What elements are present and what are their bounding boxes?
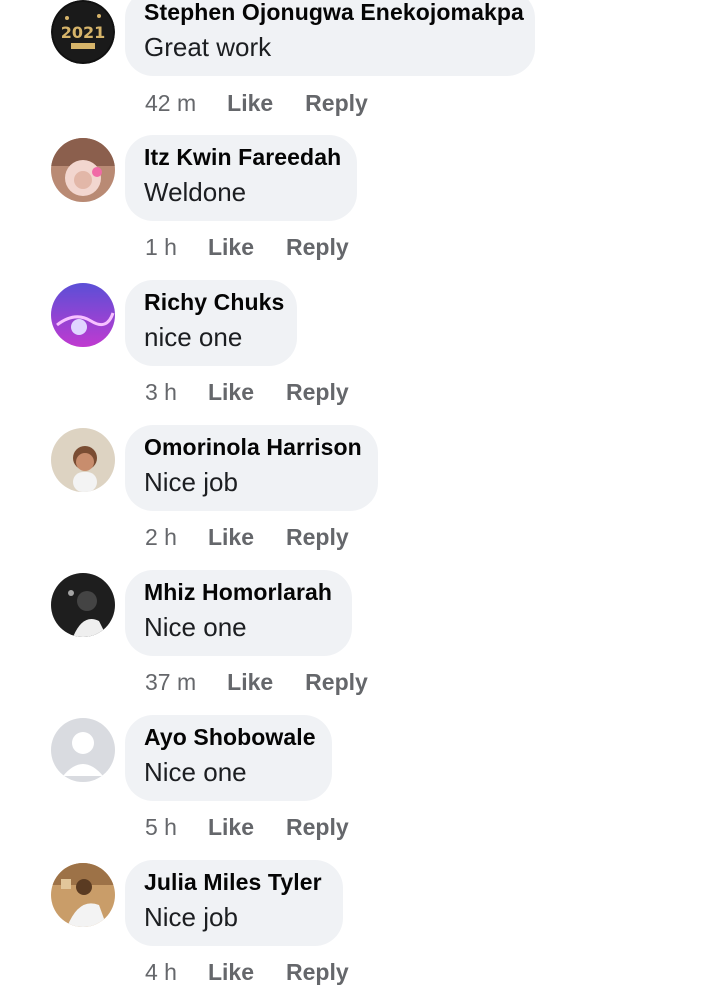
comment-meta: 2 h Like Reply [145,524,349,551]
comment-time[interactable]: 37 m [145,669,196,696]
comment-item: Ayo Shobowale Nice one 5 h Like Reply [0,698,720,843]
comment-time[interactable]: 5 h [145,814,177,841]
like-button[interactable]: Like [227,90,273,117]
comment-bubble: Itz Kwin Fareedah Weldone [125,135,357,221]
comment-text: Nice job [144,467,238,497]
comment-bubble: Richy Chuks nice one [125,280,297,366]
comment-author[interactable]: Ayo Shobowale [144,724,316,751]
like-button[interactable]: Like [208,524,254,551]
comment-meta: 37 m Like Reply [145,669,368,696]
like-button[interactable]: Like [208,379,254,406]
comment-meta: 5 h Like Reply [145,814,349,841]
comment-time[interactable]: 4 h [145,959,177,986]
comment-item: Itz Kwin Fareedah Weldone 1 h Like Reply [0,118,720,263]
avatar-photo-icon [51,573,115,637]
comment-time[interactable]: 1 h [145,234,177,261]
reply-button[interactable]: Reply [286,234,349,261]
comment-bubble: Julia Miles Tyler Nice job [125,860,343,946]
comment-item: 2021 Stephen Ojonugwa Enekojomakpa Great… [0,0,720,118]
comment-author[interactable]: Itz Kwin Fareedah [144,144,341,171]
reply-button[interactable]: Reply [286,814,349,841]
avatar-photo-icon [51,283,115,347]
avatar[interactable] [51,428,115,492]
comment-time[interactable]: 42 m [145,90,196,117]
reply-button[interactable]: Reply [305,669,368,696]
comment-bubble: Stephen Ojonugwa Enekojomakpa Great work [125,0,535,76]
like-button[interactable]: Like [208,814,254,841]
comment-author[interactable]: Omorinola Harrison [144,434,362,461]
comment-text: Weldone [144,177,247,207]
comment-author[interactable]: Julia Miles Tyler [144,869,322,896]
comment-meta: 42 m Like Reply [145,90,368,117]
comment-meta: 4 h Like Reply [145,959,349,986]
comment-author[interactable]: Stephen Ojonugwa Enekojomakpa [144,0,524,26]
like-button[interactable]: Like [227,669,273,696]
comment-bubble: Mhiz Homorlarah Nice one [125,570,352,656]
avatar[interactable] [51,718,115,782]
comment-meta: 1 h Like Reply [145,234,349,261]
comment-time[interactable]: 3 h [145,379,177,406]
comment-bubble: Omorinola Harrison Nice job [125,425,378,511]
like-button[interactable]: Like [208,959,254,986]
avatar[interactable] [51,573,115,637]
comment-text: Nice one [144,757,247,787]
comment-text: Nice job [144,902,238,932]
reply-button[interactable]: Reply [286,959,349,986]
avatar[interactable]: 2021 [51,0,115,64]
reply-button[interactable]: Reply [286,379,349,406]
comment-text: nice one [144,322,243,352]
avatar[interactable] [51,283,115,347]
comment-item: Mhiz Homorlarah Nice one 37 m Like Reply [0,553,720,698]
avatar[interactable] [51,138,115,202]
comment-item: Julia Miles Tyler Nice job 4 h Like Repl… [0,843,720,988]
comment-author[interactable]: Mhiz Homorlarah [144,579,332,606]
reply-button[interactable]: Reply [286,524,349,551]
comment-author[interactable]: Richy Chuks [144,289,284,316]
comment-bubble: Ayo Shobowale Nice one [125,715,332,801]
avatar-2021-icon: 2021 [51,0,115,64]
comment-item: Richy Chuks nice one 3 h Like Reply [0,263,720,408]
avatar-photo-icon [51,138,115,202]
svg-text:2021: 2021 [61,23,106,42]
avatar-photo-icon [51,428,115,492]
comment-text: Nice one [144,612,247,642]
avatar[interactable] [51,863,115,927]
reply-button[interactable]: Reply [305,90,368,117]
comment-meta: 3 h Like Reply [145,379,349,406]
comment-time[interactable]: 2 h [145,524,177,551]
avatar-photo-icon [51,863,115,927]
comment-text: Great work [144,32,272,62]
comment-item: Omorinola Harrison Nice job 2 h Like Rep… [0,408,720,553]
default-avatar-icon [51,718,115,782]
like-button[interactable]: Like [208,234,254,261]
